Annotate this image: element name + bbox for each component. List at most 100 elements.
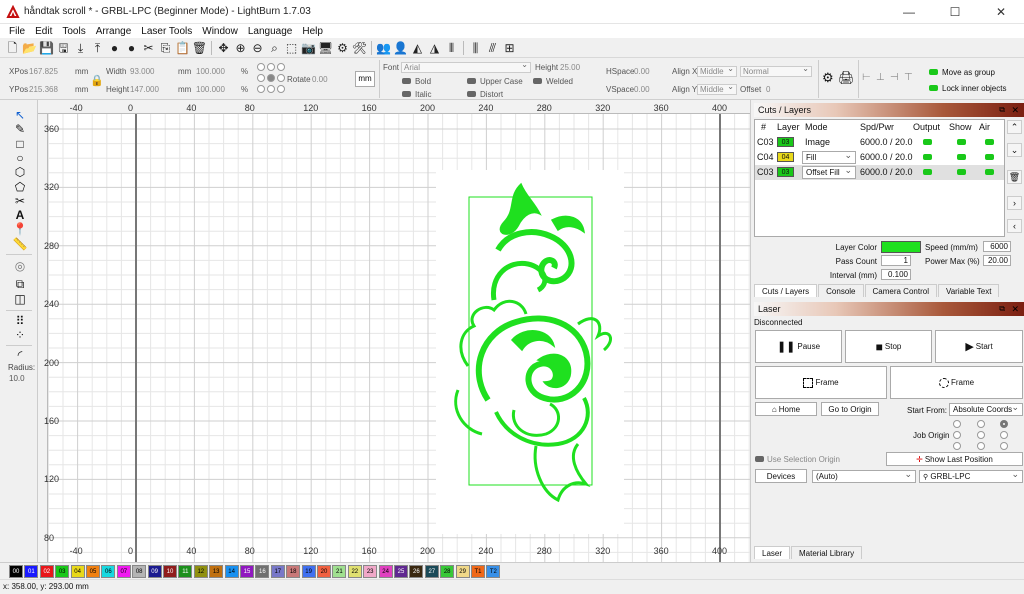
bold-toggle[interactable] <box>402 78 411 84</box>
palette-swatch-28[interactable]: 28 <box>440 565 455 578</box>
save-icon[interactable]: 💾 <box>39 41 54 55</box>
zoom-in-icon[interactable]: ⊕ <box>234 41 248 55</box>
stop-button[interactable]: ■ Stop <box>845 330 932 363</box>
palette-swatch-21[interactable]: 21 <box>332 565 347 578</box>
layer-row[interactable]: C04 04 Fill 6000.0 / 20.0 <box>755 149 1004 165</box>
group-icon[interactable]: 👥 <box>376 41 391 55</box>
job-origin-bottom-center[interactable] <box>977 442 985 450</box>
new-file-icon[interactable]: 🗋 <box>6 41 20 55</box>
anchor-bottom-center[interactable] <box>267 85 275 93</box>
palette-swatch-11[interactable]: 11 <box>178 565 193 578</box>
palette-swatch-02[interactable]: 02 <box>39 565 54 578</box>
palette-swatch-20[interactable]: 20 <box>317 565 331 578</box>
float-panel-icon[interactable]: ⧉ <box>999 302 1005 316</box>
layer-mode[interactable]: Image <box>805 137 830 147</box>
palette-swatch-07[interactable]: 07 <box>116 565 131 578</box>
palette-swatch-19[interactable]: 19 <box>301 565 316 578</box>
rectangle-tool-icon[interactable]: □ <box>12 137 28 151</box>
move-icon[interactable]: ✥ <box>217 41 231 55</box>
monitor-icon[interactable]: 🖥 <box>318 41 333 55</box>
upper-case-toggle[interactable] <box>467 78 476 84</box>
copy-icon[interactable]: ⎘ <box>159 41 173 55</box>
speed-input[interactable]: 6000 <box>983 241 1011 252</box>
show-toggle[interactable] <box>957 169 966 175</box>
units-toggle-button[interactable]: mm <box>355 71 375 87</box>
align-center-icon[interactable]: ⊥ <box>876 72 885 83</box>
menu-edit[interactable]: Edit <box>30 26 57 37</box>
edit-nodes-icon[interactable]: ✎ <box>12 122 28 136</box>
scissors-tool-icon[interactable]: ✂ <box>12 194 28 208</box>
menu-file[interactable]: File <box>4 26 30 37</box>
ungroup-icon[interactable]: 👤 <box>393 41 408 55</box>
show-last-position-button[interactable]: ✛ Show Last Position <box>886 452 1023 466</box>
text-tool-icon[interactable]: A <box>12 208 28 222</box>
align-right-icon[interactable]: ⊣ <box>890 72 899 83</box>
anchor-center[interactable] <box>267 74 275 82</box>
arrange-icon[interactable]: ⊞ <box>503 41 517 55</box>
power-max-input[interactable]: 20.00 <box>983 255 1011 266</box>
distribute-horizontal-icon[interactable]: ⫼ <box>469 41 483 55</box>
circular-array-icon[interactable]: ⁘ <box>12 328 28 342</box>
tab-console[interactable]: Console <box>818 284 864 297</box>
menu-window[interactable]: Window <box>197 26 243 37</box>
palette-swatch-09[interactable]: 09 <box>147 565 162 578</box>
undo-icon[interactable]: ● <box>108 41 122 55</box>
zoom-out-icon[interactable]: ⊖ <box>251 41 265 55</box>
xpos-input[interactable]: 167.825 <box>29 67 58 76</box>
show-toggle[interactable] <box>957 154 966 160</box>
align-icon[interactable]: ⫴ <box>445 41 459 55</box>
height-percent-input[interactable]: 100.000 <box>196 85 225 94</box>
close-panel-icon[interactable]: ✕ <box>1011 302 1019 316</box>
settings-gear-icon[interactable]: ⚙ <box>336 41 350 55</box>
tab-camera-control[interactable]: Camera Control <box>864 284 937 297</box>
frame-rect-button[interactable]: Frame <box>755 366 887 399</box>
font-select[interactable]: Arial <box>401 60 531 73</box>
next-layer-icon[interactable]: › <box>1007 196 1022 210</box>
start-button[interactable]: ▶ Start <box>935 330 1023 363</box>
palette-swatch-T2[interactable]: T2 <box>486 565 501 578</box>
anchor-middle-right[interactable] <box>277 74 285 82</box>
distribute-vertical-icon[interactable]: ⫻ <box>486 41 500 55</box>
minimize-button[interactable]: — <box>886 0 932 24</box>
move-as-group-toggle[interactable] <box>929 69 938 75</box>
printer-icon[interactable]: 🖨 <box>838 70 855 86</box>
import-icon[interactable]: ⤓ <box>74 41 88 55</box>
palette-swatch-10[interactable]: 10 <box>163 565 177 578</box>
palette-swatch-29[interactable]: 29 <box>455 565 470 578</box>
hspace-input[interactable]: 0.00 <box>634 67 650 76</box>
save-as-icon[interactable]: 🖫 <box>57 41 71 55</box>
anchor-top-right[interactable] <box>277 63 285 71</box>
draw-lines-icon[interactable]: ⬠ <box>12 180 28 194</box>
rotate-input[interactable]: 0.00 <box>312 75 328 84</box>
redo-icon[interactable]: ● <box>125 41 139 55</box>
lock-inner-toggle[interactable] <box>929 85 938 91</box>
palette-swatch-18[interactable]: 18 <box>286 565 301 578</box>
ypos-input[interactable]: 215.368 <box>29 85 58 94</box>
polygon-tool-icon[interactable]: ⬡ <box>12 165 28 179</box>
job-origin-center[interactable] <box>977 431 985 439</box>
export-icon[interactable]: ⤒ <box>91 41 105 55</box>
palette-swatch-15[interactable]: 15 <box>240 565 254 578</box>
pass-count-input[interactable]: 1 <box>881 255 911 266</box>
tab-laser[interactable]: Laser <box>754 546 791 559</box>
job-origin-top-left[interactable] <box>953 420 961 428</box>
ellipse-tool-icon[interactable]: ○ <box>12 151 28 165</box>
use-selection-origin-toggle[interactable] <box>755 456 764 462</box>
palette-swatch-23[interactable]: 23 <box>363 565 378 578</box>
frame-circle-button[interactable]: Frame <box>890 366 1023 399</box>
devices-button[interactable]: Devices <box>755 469 807 483</box>
distort-toggle[interactable] <box>467 91 476 97</box>
previous-layer-icon[interactable]: ‹ <box>1007 219 1022 233</box>
interval-input[interactable]: 0.100 <box>881 269 911 280</box>
measure-tool-icon[interactable]: 📏 <box>12 237 28 251</box>
palette-swatch-26[interactable]: 26 <box>409 565 424 578</box>
layer-row-selected[interactable]: C03 03 Offset Fill 6000.0 / 20.0 <box>755 164 1004 180</box>
select-tool-icon[interactable]: ↖ <box>12 108 28 122</box>
palette-swatch-14[interactable]: 14 <box>224 565 239 578</box>
delete-icon[interactable]: 🗑 <box>192 41 207 55</box>
position-laser-icon[interactable]: 📍 <box>12 222 28 236</box>
home-button[interactable]: ⌂ Home <box>755 402 817 416</box>
anchor-middle-left[interactable] <box>257 74 265 82</box>
job-origin-top-center[interactable] <box>977 420 985 428</box>
job-origin-bottom-right[interactable] <box>1000 442 1008 450</box>
